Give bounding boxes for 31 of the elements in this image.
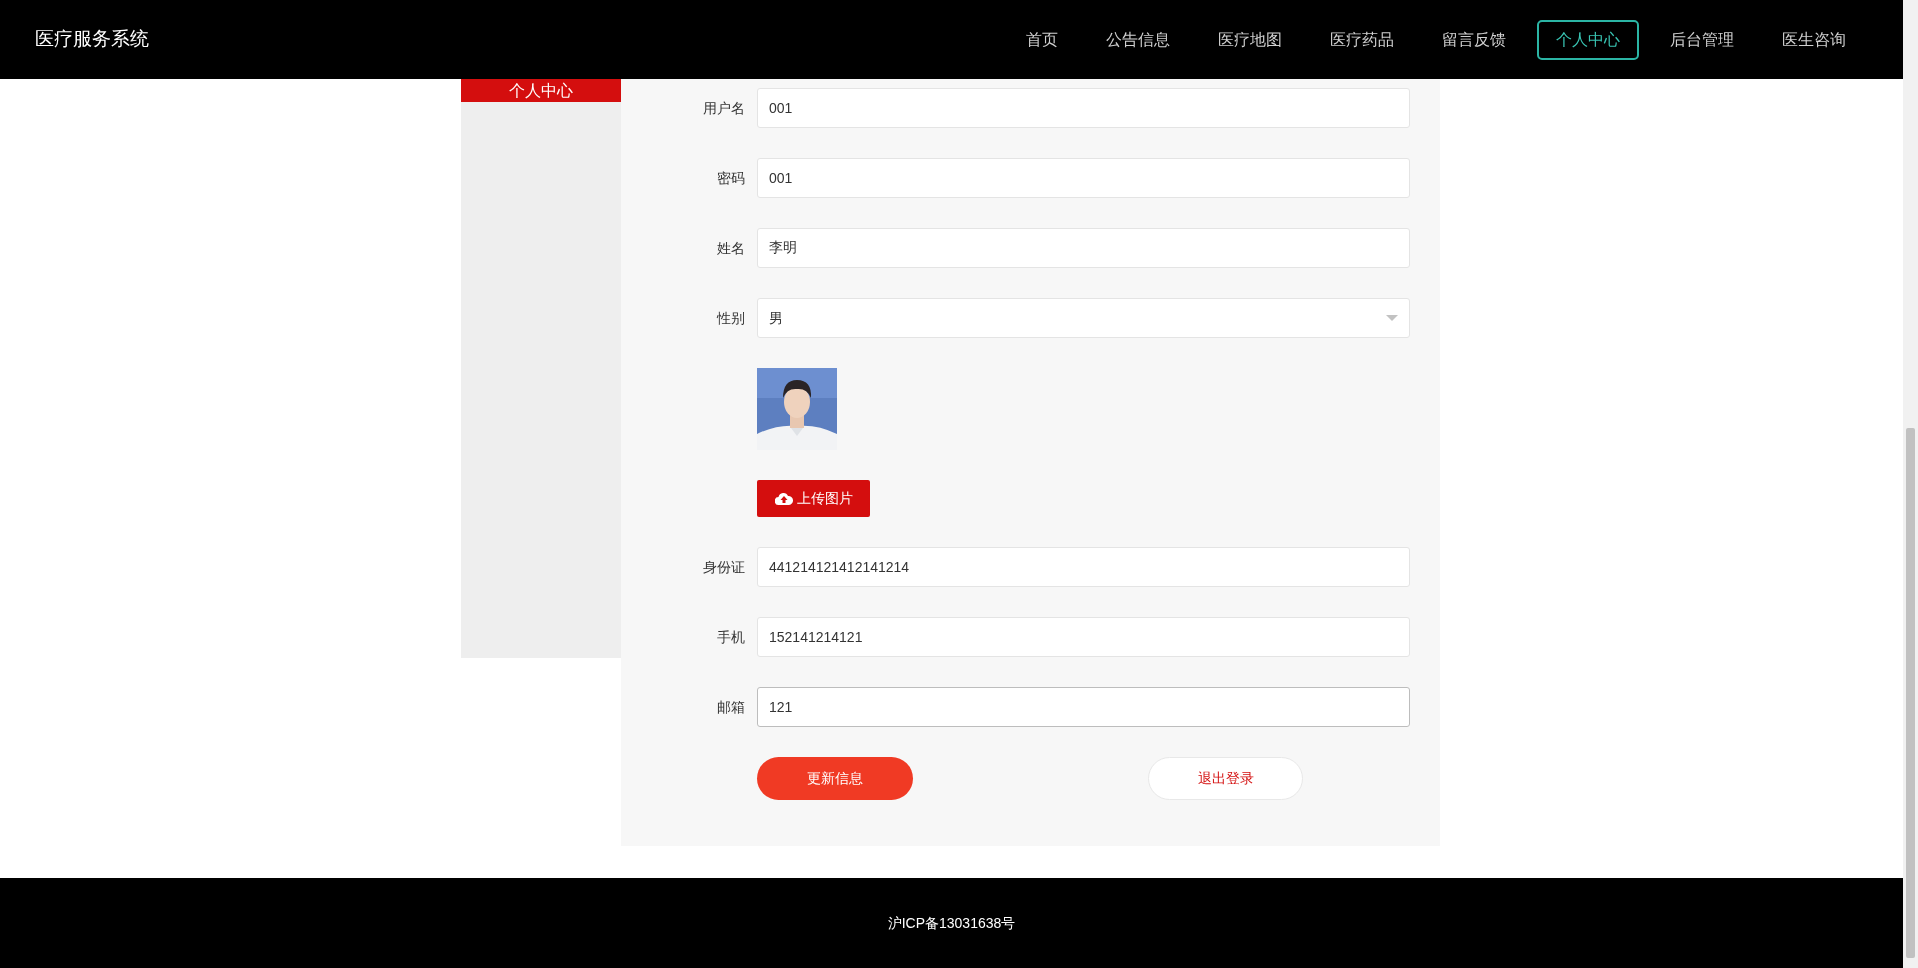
- nav-link[interactable]: 医疗药品: [1313, 19, 1411, 60]
- input-field[interactable]: 001: [757, 88, 1410, 128]
- nav-link[interactable]: 医疗地图: [1201, 19, 1299, 60]
- field-label: 邮箱: [717, 697, 745, 717]
- input-field[interactable]: 001: [757, 158, 1410, 198]
- upload-button[interactable]: 上传图片: [757, 480, 870, 517]
- input-field[interactable]: 441214121412141214: [757, 547, 1410, 587]
- update-button[interactable]: 更新信息: [757, 757, 913, 800]
- nav-link[interactable]: 首页: [1009, 19, 1075, 60]
- nav-link[interactable]: 医生咨询: [1765, 19, 1863, 60]
- input-field[interactable]: 李明: [757, 228, 1410, 268]
- field-label: 密码: [717, 168, 745, 188]
- icp-text: 沪ICP备13031638号: [887, 913, 1016, 933]
- field-label: 用户名: [703, 98, 745, 118]
- nav-link[interactable]: 个人中心: [1537, 19, 1639, 60]
- logout-button[interactable]: 退出登录: [1148, 757, 1303, 800]
- caret-icon: [1386, 315, 1398, 321]
- field-label: 身份证: [703, 557, 745, 577]
- nav-link[interactable]: 留言反馈: [1425, 19, 1523, 60]
- sidebar-item[interactable]: 个人中心: [461, 79, 621, 102]
- field-label: 姓名: [717, 238, 745, 258]
- cloud-upload-icon: [774, 492, 793, 505]
- field-label: 手机: [717, 627, 745, 647]
- input-field[interactable]: 121: [757, 687, 1410, 727]
- select-field[interactable]: 男: [757, 298, 1410, 338]
- brand-title: 医疗服务系统: [35, 27, 149, 52]
- nav-link[interactable]: 公告信息: [1089, 19, 1187, 60]
- nav-link[interactable]: 后台管理: [1653, 19, 1751, 60]
- scrollbar[interactable]: [1903, 0, 1918, 968]
- field-label: 性别: [717, 308, 745, 328]
- input-field[interactable]: 152141214121: [757, 617, 1410, 657]
